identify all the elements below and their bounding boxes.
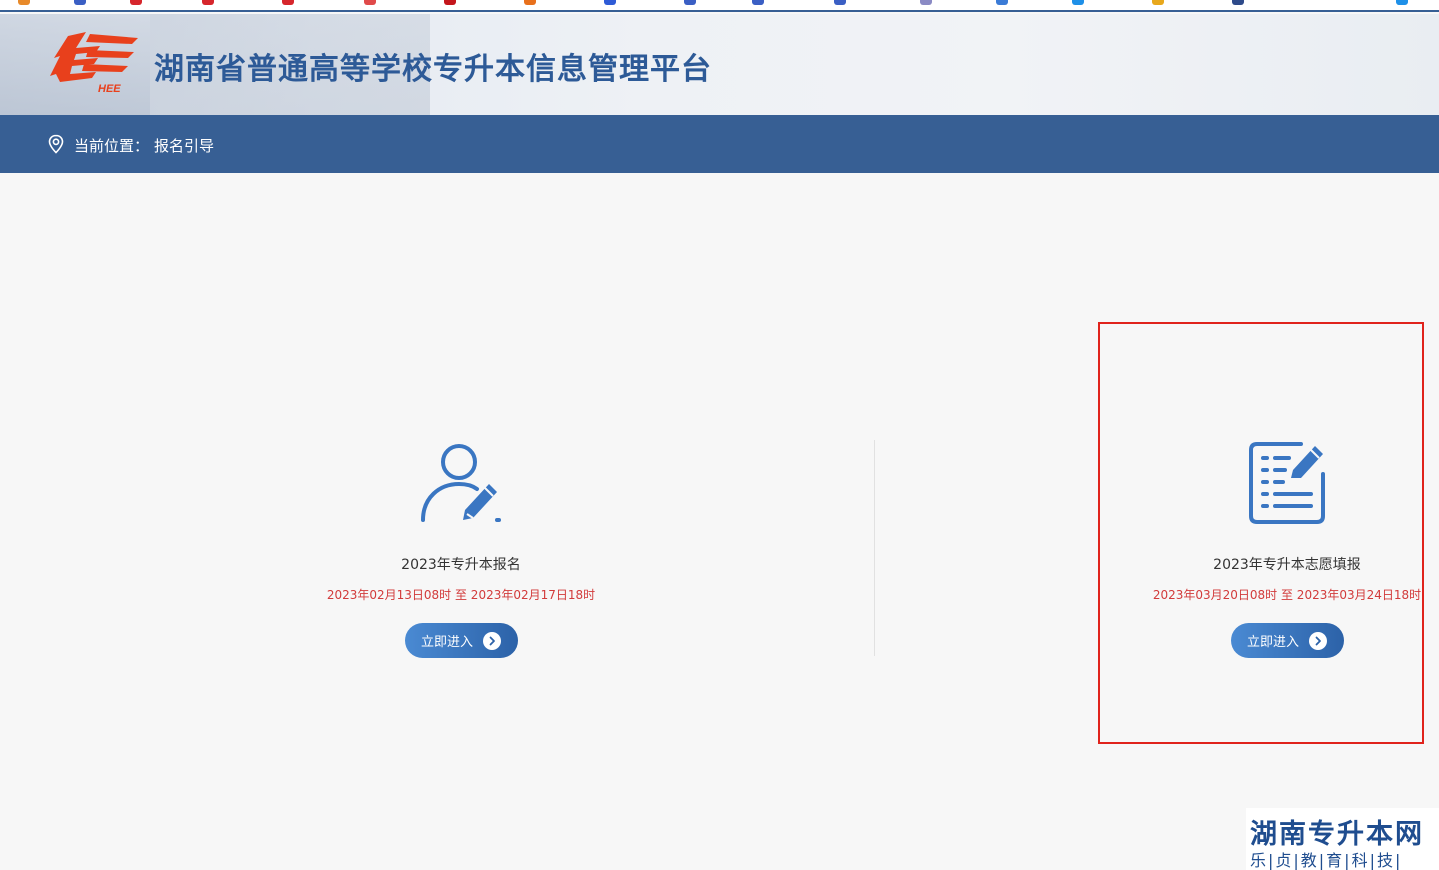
site-title: 湖南省普通高等学校专升本信息管理平台 [154,52,712,87]
bookmark-icon[interactable] [364,0,376,5]
location-bar: 当前位置： 报名引导 [0,115,1439,173]
bookmark-icon[interactable] [18,0,30,5]
bookmark-icon[interactable] [834,0,846,5]
chevron-right-icon [483,631,501,650]
registration-card: 2023年专升本报名 2023年02月13日08时 至 2023年02月17日1… [261,440,661,658]
bookmark-icon[interactable] [1152,0,1164,5]
watermark: 湖南专升本网 乐|贞|教|育|科|技| [1246,808,1439,870]
breadcrumb-current[interactable]: 报名引导 [154,135,214,156]
bookmark-icon[interactable] [130,0,142,5]
bookmark-icon[interactable] [604,0,616,5]
bookmark-icon[interactable] [524,0,536,5]
enter-registration-button[interactable]: 立即进入 [404,623,518,658]
bookmark-icon[interactable] [1232,0,1244,5]
location-pin-icon [48,134,64,154]
bookmark-icon[interactable] [202,0,214,5]
logo-text: HEE [98,83,121,95]
bookmark-icon[interactable] [920,0,932,5]
bookmark-icon[interactable] [444,0,456,5]
bookmark-icon[interactable] [74,0,86,5]
bookmark-bar [0,0,1439,12]
breadcrumb-label: 当前位置： [74,137,150,155]
card-title: 2023年专升本报名 [401,557,521,573]
button-label: 立即进入 [420,635,473,650]
watermark-title: 湖南专升本网 [1250,819,1424,850]
user-edit-icon [421,444,501,522]
site-header: HEE 湖南省普通高等学校专升本信息管理平台 [0,14,1439,115]
card-divider [874,440,875,656]
watermark-subtitle: 乐|贞|教|育|科|技| [1250,851,1403,870]
bookmark-icon[interactable] [684,0,696,5]
site-logo: HEE [50,32,138,95]
bookmark-icon[interactable] [752,0,764,5]
bookmark-icon[interactable] [1072,0,1084,5]
card-time-range: 2023年02月13日08时 至 2023年02月17日18时 [326,588,596,602]
bookmark-icon[interactable] [282,0,294,5]
highlight-annotation-box [1098,322,1424,744]
bookmark-icon[interactable] [1396,0,1408,5]
bookmark-icon[interactable] [996,0,1008,5]
